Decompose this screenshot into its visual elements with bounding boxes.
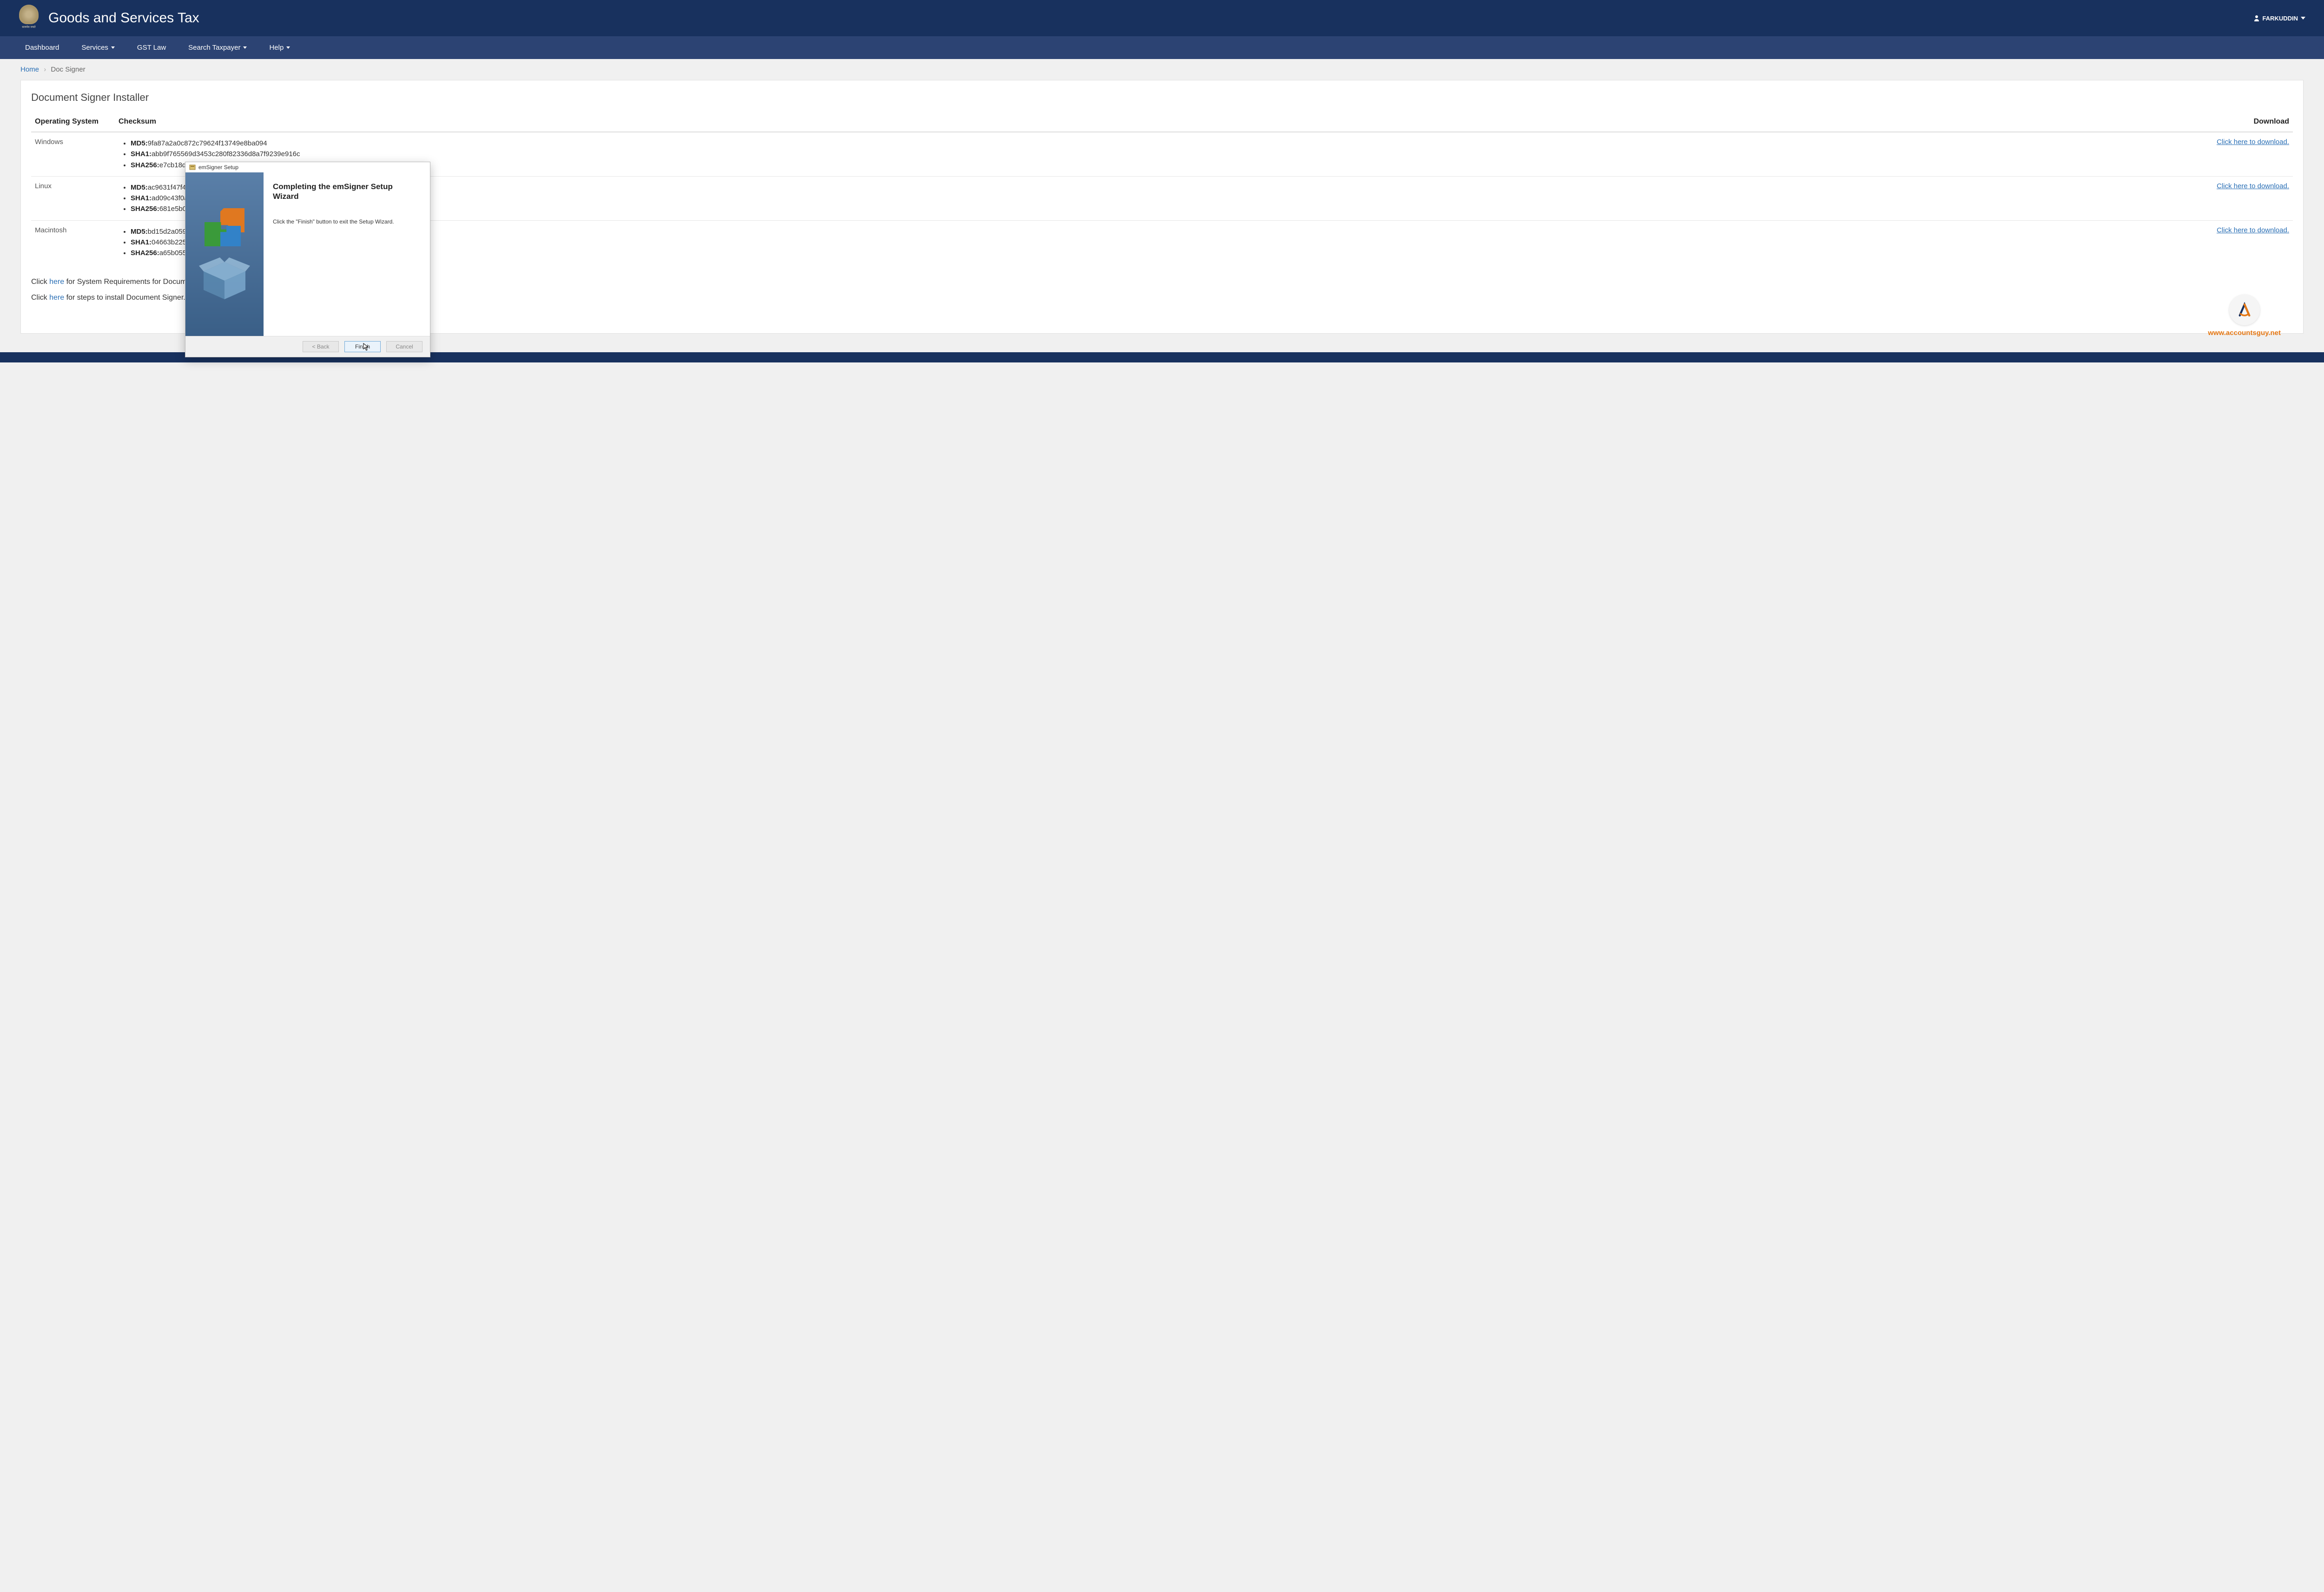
breadcrumb-home[interactable]: Home	[20, 66, 39, 73]
list-item: SHA1:ad09c43f0a6ddufa16406dca72	[131, 193, 2192, 204]
main-nav: Dashboard Services GST Law Search Taxpay…	[0, 36, 2324, 59]
caret-down-icon	[243, 46, 247, 49]
list-item: SHA1:04663b225c2c968026eed8f7f37302cd72e…	[131, 237, 2192, 248]
nav-help[interactable]: Help	[258, 36, 301, 59]
national-emblem-icon: सत्यमेव जयते	[19, 5, 39, 32]
finish-button[interactable]: Finish	[344, 341, 381, 352]
list-item: MD5:9fa87a2a0c872c79624f13749e8ba094	[131, 138, 2192, 149]
dialog-button-row: < Back Finish Cancel	[185, 336, 430, 357]
os-cell: Linux	[31, 176, 115, 220]
caret-down-icon	[111, 46, 115, 49]
page-title: Document Signer Installer	[21, 90, 2303, 113]
breadcrumb: Home › Doc Signer	[0, 59, 2324, 80]
list-item: SHA256:681e5b08578e2b803789115 a1d213e7b…	[131, 204, 2192, 214]
cancel-button: Cancel	[386, 341, 423, 352]
watermark-url: www.accountsguy.net	[2208, 329, 2281, 337]
watermark-logo: www.accountsguy.net	[2208, 295, 2281, 337]
install-steps-link[interactable]: here	[49, 294, 64, 302]
nav-search-taxpayer[interactable]: Search Taxpayer	[177, 36, 258, 59]
dialog-title: emSigner Setup	[198, 164, 238, 171]
breadcrumb-separator-icon: ›	[44, 66, 46, 73]
list-item: MD5:ac9631f47f47bab215d28fd2829cee73	[131, 182, 2192, 193]
back-button: < Back	[303, 341, 339, 352]
nav-gstlaw[interactable]: GST Law	[126, 36, 177, 59]
site-title: Goods and Services Tax	[48, 10, 2254, 26]
col-download: Download	[2195, 113, 2293, 132]
dialog-heading: Completing the emSigner Setup Wizard	[273, 182, 421, 202]
os-cell: Windows	[31, 132, 115, 176]
nav-dashboard[interactable]: Dashboard	[14, 36, 70, 59]
nav-label: Help	[269, 44, 284, 52]
os-cell: Macintosh	[31, 220, 115, 264]
list-item: SHA256:e7cb18d7203c7877578594f7d67cae6ca…	[131, 160, 2192, 171]
dialog-titlebar[interactable]: emSigner Setup	[185, 162, 430, 172]
dialog-body: Completing the emSigner Setup Wizard Cli…	[185, 172, 430, 336]
download-link[interactable]: Click here to download.	[2217, 226, 2289, 234]
dialog-sidebar-graphic	[185, 172, 264, 336]
user-menu[interactable]: FARKUDDIN	[2254, 15, 2305, 22]
username-label: FARKUDDIN	[2262, 15, 2298, 22]
open-box-icon	[199, 257, 250, 300]
list-item: SHA256:a65b055a46e578246e9c820f3fcbd2e4a…	[131, 248, 2192, 258]
sysreq-link[interactable]: here	[49, 278, 64, 286]
list-item: MD5:bd15d2a059978c6b8640b911f593a8f9	[131, 226, 2192, 237]
list-item: SHA1:abb9f765569d3453c280f82336d8a7f9239…	[131, 149, 2192, 159]
logo-icon	[2229, 295, 2260, 325]
nav-label: Search Taxpayer	[188, 44, 240, 52]
puzzle-icon	[205, 208, 244, 248]
breadcrumb-current: Doc Signer	[51, 66, 85, 73]
nav-label: GST Law	[137, 44, 166, 52]
dialog-text: Click the "Finish" button to exit the Se…	[273, 218, 421, 225]
dialog-content: Completing the emSigner Setup Wizard Cli…	[264, 172, 430, 336]
col-checksum: Checksum	[115, 113, 2195, 132]
chevron-down-icon	[2301, 17, 2305, 20]
header-bar: सत्यमेव जयते Goods and Services Tax FARK…	[0, 0, 2324, 36]
caret-down-icon	[286, 46, 290, 49]
emsigner-setup-dialog: emSigner Setup Completing the emSigner S…	[185, 162, 430, 357]
nav-label: Dashboard	[25, 44, 59, 52]
nav-services[interactable]: Services	[70, 36, 126, 59]
user-icon	[2254, 15, 2259, 21]
installer-icon	[189, 164, 196, 171]
nav-label: Services	[81, 44, 108, 52]
download-link[interactable]: Click here to download.	[2217, 138, 2289, 146]
col-os: Operating System	[31, 113, 115, 132]
download-link[interactable]: Click here to download.	[2217, 182, 2289, 190]
